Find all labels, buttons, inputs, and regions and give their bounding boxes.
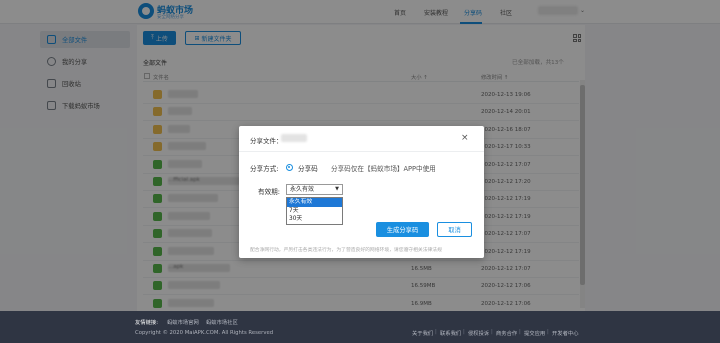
share-code-radio[interactable] xyxy=(286,164,293,171)
copyright: Copyright © 2020 MaiAPK.COM. All Rights … xyxy=(135,330,274,336)
validity-dropdown: 永久有效 7天 30天 xyxy=(286,197,343,225)
generate-share-code-button[interactable]: 生成分享码 xyxy=(376,222,429,237)
validity-option-30-days[interactable]: 30天 xyxy=(287,215,342,224)
cancel-button[interactable]: 取消 xyxy=(437,222,472,237)
legal-notice: 配合净网行动，严厉打击各类违法行为，为了营造良好的网络环境，请您遵守相关法律法规 xyxy=(250,248,442,253)
footer-link[interactable]: 开发者中心 xyxy=(552,329,579,337)
validity-option-7-days[interactable]: 7天 xyxy=(287,207,342,216)
footer-separator: | xyxy=(463,329,465,335)
footer-link[interactable]: 提交应用 xyxy=(524,329,545,337)
dialog-header: 分享文件： × xyxy=(239,126,484,152)
friend-links-title: 友情链接: xyxy=(135,320,158,326)
share-method-label: 分享方式: xyxy=(250,165,279,173)
footer-separator: | xyxy=(547,329,549,335)
caret-down-icon: ▼ xyxy=(335,186,339,192)
share-dialog: 分享文件： × 分享方式: 分享码 分享码仅在【蚂蚁市场】APP中使用 有效期:… xyxy=(239,126,484,258)
footer-link[interactable]: 关于我们 xyxy=(412,329,433,337)
validity-selected-value: 永久有效 xyxy=(290,186,315,193)
share-note: 分享码仅在【蚂蚁市场】APP中使用 xyxy=(331,165,436,173)
footer-link[interactable]: 联系我们 xyxy=(440,329,461,337)
footer-separator: | xyxy=(519,329,521,335)
validity-label: 有效期: xyxy=(258,188,281,196)
footer-link[interactable]: 蚂蚁市场官网 xyxy=(167,318,199,326)
footer-link[interactable]: 蚂蚁市场社区 xyxy=(206,318,238,326)
share-code-radio-label[interactable]: 分享码 xyxy=(298,163,318,173)
validity-select[interactable]: 永久有效 ▼ xyxy=(286,184,343,195)
footer-separator: | xyxy=(491,329,493,335)
validity-option-permanent[interactable]: 永久有效 xyxy=(287,198,342,207)
footer-link[interactable]: 商务合作 xyxy=(496,329,517,337)
shared-file-name xyxy=(281,134,307,142)
close-icon[interactable]: × xyxy=(461,133,469,143)
footer: 友情链接: 蚂蚁市场官网 蚂蚁市场社区 Copyright © 2020 Mai… xyxy=(0,311,720,343)
dialog-title: 分享文件： xyxy=(250,137,283,145)
footer-link[interactable]: 侵权投诉 xyxy=(468,329,489,337)
footer-separator: | xyxy=(435,329,437,335)
